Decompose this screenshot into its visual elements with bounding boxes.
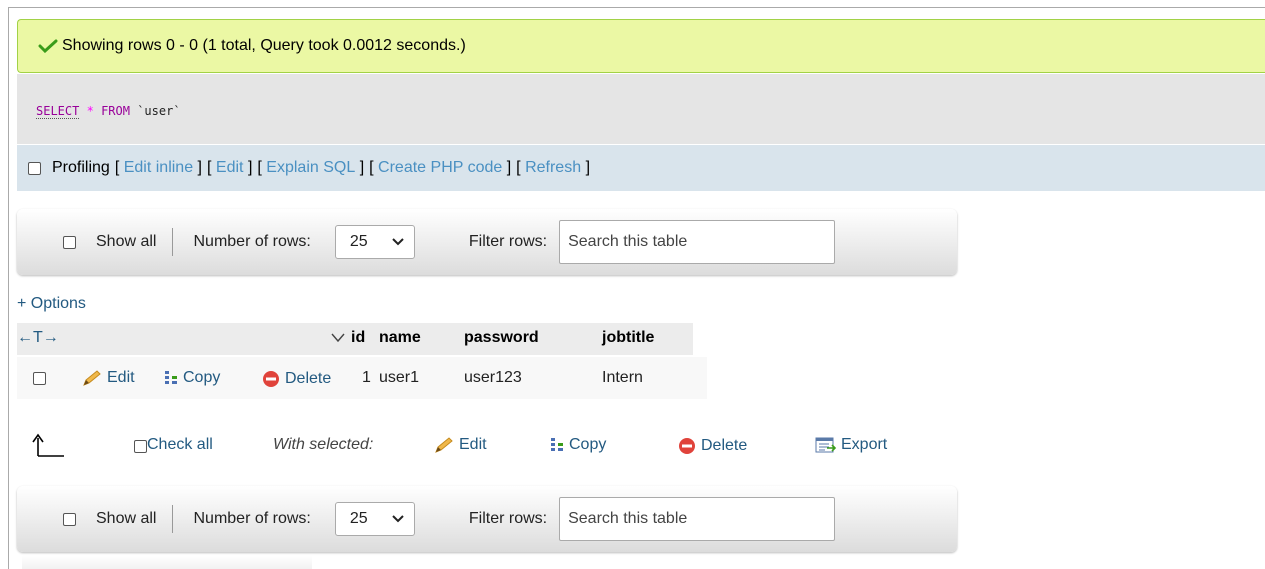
check-all-label[interactable]: Check all [147, 436, 213, 454]
success-text: Showing rows 0 - 0 (1 total, Query took … [62, 37, 466, 54]
delete-icon [263, 371, 279, 387]
show-all-checkbox[interactable] [63, 235, 76, 249]
with-selected-bar: Check all With selected: Edit Copy Delet… [17, 430, 957, 460]
column-arrows-icon[interactable]: ←T→ [17, 329, 59, 347]
sql-table-name: `user` [137, 104, 181, 118]
bulk-edit-label: Edit [459, 436, 487, 453]
table-navigation-top: Show all Number of rows: 25 Filter rows: [17, 209, 957, 275]
copy-icon [165, 371, 177, 384]
bulk-delete-label: Delete [701, 437, 748, 454]
column-header-name[interactable]: name [379, 329, 421, 347]
chevron-down-icon [392, 238, 404, 246]
search-table-input-bottom[interactable] [559, 497, 836, 541]
show-all-label[interactable]: Show all [96, 233, 156, 251]
rows-per-page-select-bottom[interactable]: 25 [334, 502, 415, 536]
export-icon [815, 437, 837, 453]
cell-jobtitle: Intern [602, 369, 643, 386]
sql-keyword-select[interactable]: SELECT [36, 104, 80, 119]
filter-rows-label-bottom: Filter rows: [468, 510, 548, 527]
show-all-checkbox-bottom[interactable] [63, 512, 76, 526]
row-delete-button[interactable]: Delete [261, 369, 331, 389]
bulk-export-label: Export [841, 436, 888, 453]
cell-id: 1 [362, 369, 371, 386]
bulk-delete-button[interactable]: Delete [677, 436, 747, 456]
table-header: ←T→ id name password jobtitle [17, 323, 693, 355]
pencil-icon [435, 437, 453, 453]
success-message: Showing rows 0 - 0 (1 total, Query took … [17, 19, 1265, 73]
frame-border-left [8, 7, 9, 569]
arrow-up-left-icon [32, 433, 64, 457]
delete-icon [679, 438, 695, 454]
row-edit-label: Edit [107, 369, 135, 386]
bulk-copy-button[interactable]: Copy [549, 436, 606, 454]
copy-icon [551, 438, 563, 451]
number-of-rows-label: Number of rows: [193, 233, 311, 250]
rows-per-page-value-bottom: 25 [349, 510, 368, 527]
bottom-fade [22, 556, 312, 569]
separator [172, 505, 174, 533]
frame-border-top [8, 7, 1265, 8]
rows-per-page-select[interactable]: 25 [334, 225, 415, 259]
profiling-bar: Profiling [ Edit inline ] [ Edit ] [ Exp… [17, 145, 1265, 191]
number-of-rows-label-bottom: Number of rows: [193, 510, 311, 527]
row-copy-button[interactable]: Copy [163, 369, 220, 387]
pencil-icon [83, 370, 101, 386]
bulk-edit-button[interactable]: Edit [433, 436, 487, 454]
separator [172, 228, 174, 256]
cell-name: user1 [379, 369, 420, 386]
sql-keyword-from: FROM [101, 104, 130, 118]
options-link[interactable]: + Options [17, 295, 86, 313]
column-header-id[interactable]: id [351, 329, 365, 347]
with-selected-label: With selected: [273, 436, 374, 453]
cell-password: user123 [464, 369, 522, 386]
show-all-label-bottom[interactable]: Show all [96, 510, 156, 528]
row-checkbox[interactable] [33, 372, 46, 385]
bulk-copy-label: Copy [569, 436, 607, 453]
refresh-link[interactable]: Refresh [525, 159, 581, 177]
table-navigation-bottom: Show all Number of rows: 25 Filter rows: [17, 486, 957, 552]
sql-query-box: SELECT * FROM `user` [17, 74, 1265, 144]
edit-inline-link[interactable]: Edit inline [124, 159, 193, 177]
sql-star: * [86, 104, 94, 118]
row-copy-label: Copy [183, 369, 221, 386]
check-all-checkbox[interactable] [134, 440, 147, 453]
row-delete-label: Delete [285, 370, 332, 387]
filter-rows-label: Filter rows: [468, 233, 548, 250]
sort-down-icon[interactable] [331, 333, 345, 343]
profiling-checkbox[interactable] [28, 161, 41, 175]
column-header-jobtitle[interactable]: jobtitle [602, 329, 654, 347]
create-php-code-link[interactable]: Create PHP code [378, 159, 502, 177]
table-row: Edit Copy Delete 1 user1 user123 Intern [17, 357, 707, 399]
check-icon [38, 39, 58, 53]
edit-link[interactable]: Edit [216, 159, 244, 177]
bulk-export-button[interactable]: Export [815, 436, 887, 454]
rows-per-page-value: 25 [349, 233, 368, 250]
profiling-label: Profiling [52, 159, 110, 176]
chevron-down-icon [392, 515, 404, 523]
column-header-password[interactable]: password [464, 329, 539, 347]
search-table-input[interactable] [559, 220, 836, 264]
explain-sql-link[interactable]: Explain SQL [266, 159, 355, 177]
row-edit-button[interactable]: Edit [81, 369, 135, 387]
